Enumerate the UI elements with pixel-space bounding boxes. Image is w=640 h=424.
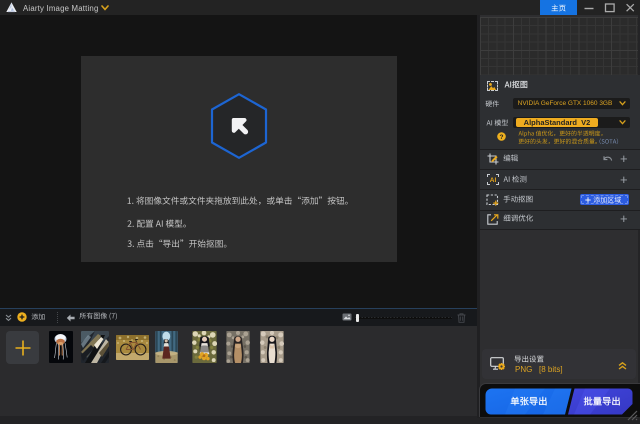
svg-text:?: ? [500,134,504,141]
svg-text:AI: AI [490,177,497,184]
